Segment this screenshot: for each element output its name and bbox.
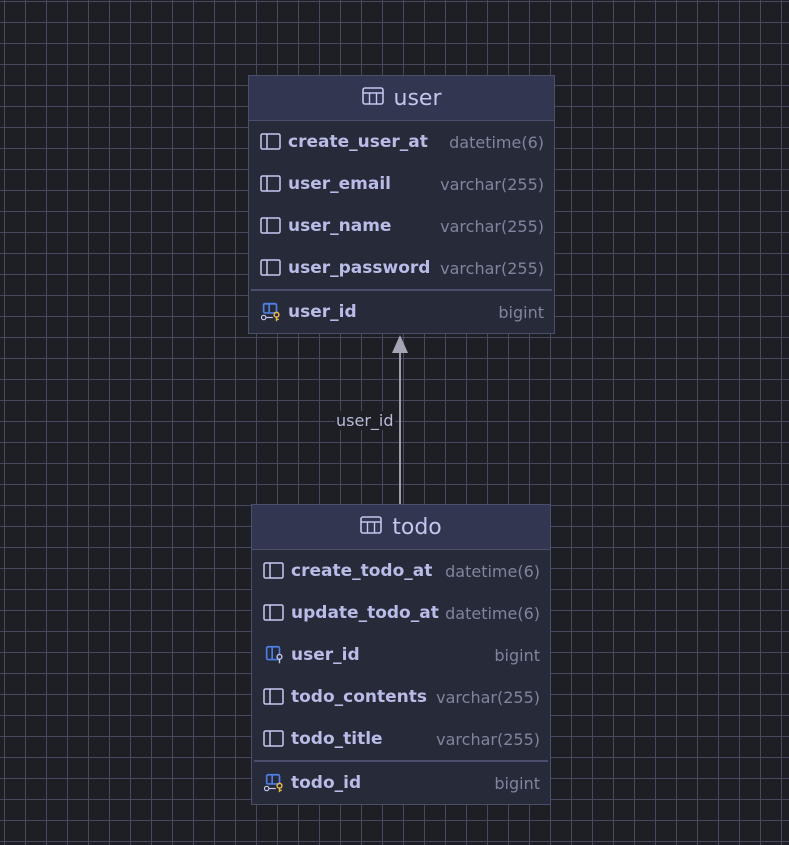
- table-header-user[interactable]: user: [249, 76, 554, 121]
- column-row[interactable]: todo_contents varchar(255): [252, 676, 550, 718]
- column-row[interactable]: user_password varchar(255): [249, 247, 554, 289]
- column-name: user_password: [288, 258, 431, 278]
- table-icon: [361, 87, 384, 109]
- column-name: create_todo_at: [291, 561, 433, 581]
- column-row[interactable]: create_todo_at datetime(6): [252, 550, 550, 592]
- primary-key-icon: [260, 301, 282, 323]
- foreign-key-icon: [263, 644, 285, 666]
- column-name: todo_contents: [291, 687, 428, 707]
- column-type: datetime(6): [449, 132, 544, 152]
- table-icon: [360, 516, 383, 538]
- primary-key-row[interactable]: user_id bigint: [249, 291, 554, 333]
- column-icon: [263, 602, 285, 624]
- foreign-key-row[interactable]: user_id bigint: [252, 634, 550, 676]
- column-name: update_todo_at: [291, 603, 439, 623]
- column-name: todo_title: [291, 729, 383, 749]
- table-user[interactable]: user create_user_at datetime(6) user_ema…: [248, 75, 555, 334]
- column-type: datetime(6): [445, 603, 540, 623]
- column-type: varchar(255): [436, 729, 540, 749]
- column-row[interactable]: user_name varchar(255): [249, 205, 554, 247]
- primary-key-icon: [263, 772, 285, 794]
- column-type: varchar(255): [436, 687, 540, 707]
- table-title: user: [393, 85, 442, 111]
- column-row[interactable]: user_email varchar(255): [249, 163, 554, 205]
- primary-key-row[interactable]: todo_id bigint: [252, 762, 550, 804]
- relation-label: user_id: [335, 411, 395, 430]
- column-row[interactable]: create_user_at datetime(6): [249, 121, 554, 163]
- column-type: bigint: [494, 645, 540, 665]
- table-todo[interactable]: todo create_todo_at datetime(6) update_t…: [251, 504, 551, 805]
- column-icon: [260, 215, 282, 237]
- column-row[interactable]: update_todo_at datetime(6): [252, 592, 550, 634]
- column-icon: [260, 257, 282, 279]
- column-icon: [263, 686, 285, 708]
- column-icon: [260, 173, 282, 195]
- column-name: user_id: [288, 302, 357, 322]
- table-header-todo[interactable]: todo: [252, 505, 550, 550]
- column-name: user_name: [288, 216, 392, 236]
- column-type: varchar(255): [440, 258, 544, 278]
- column-type: bigint: [494, 773, 540, 793]
- column-type: datetime(6): [445, 561, 540, 581]
- table-title: todo: [392, 514, 442, 540]
- column-type: bigint: [498, 302, 544, 322]
- column-name: user_id: [291, 645, 360, 665]
- column-icon: [263, 560, 285, 582]
- column-name: user_email: [288, 174, 392, 194]
- relation-line[interactable]: [399, 352, 401, 504]
- column-icon: [263, 728, 285, 750]
- column-type: varchar(255): [440, 174, 544, 194]
- column-type: varchar(255): [440, 216, 544, 236]
- column-icon: [260, 131, 282, 153]
- column-name: create_user_at: [288, 132, 428, 152]
- relation-arrowhead: [392, 335, 408, 353]
- column-row[interactable]: todo_title varchar(255): [252, 718, 550, 760]
- column-name: todo_id: [291, 773, 362, 793]
